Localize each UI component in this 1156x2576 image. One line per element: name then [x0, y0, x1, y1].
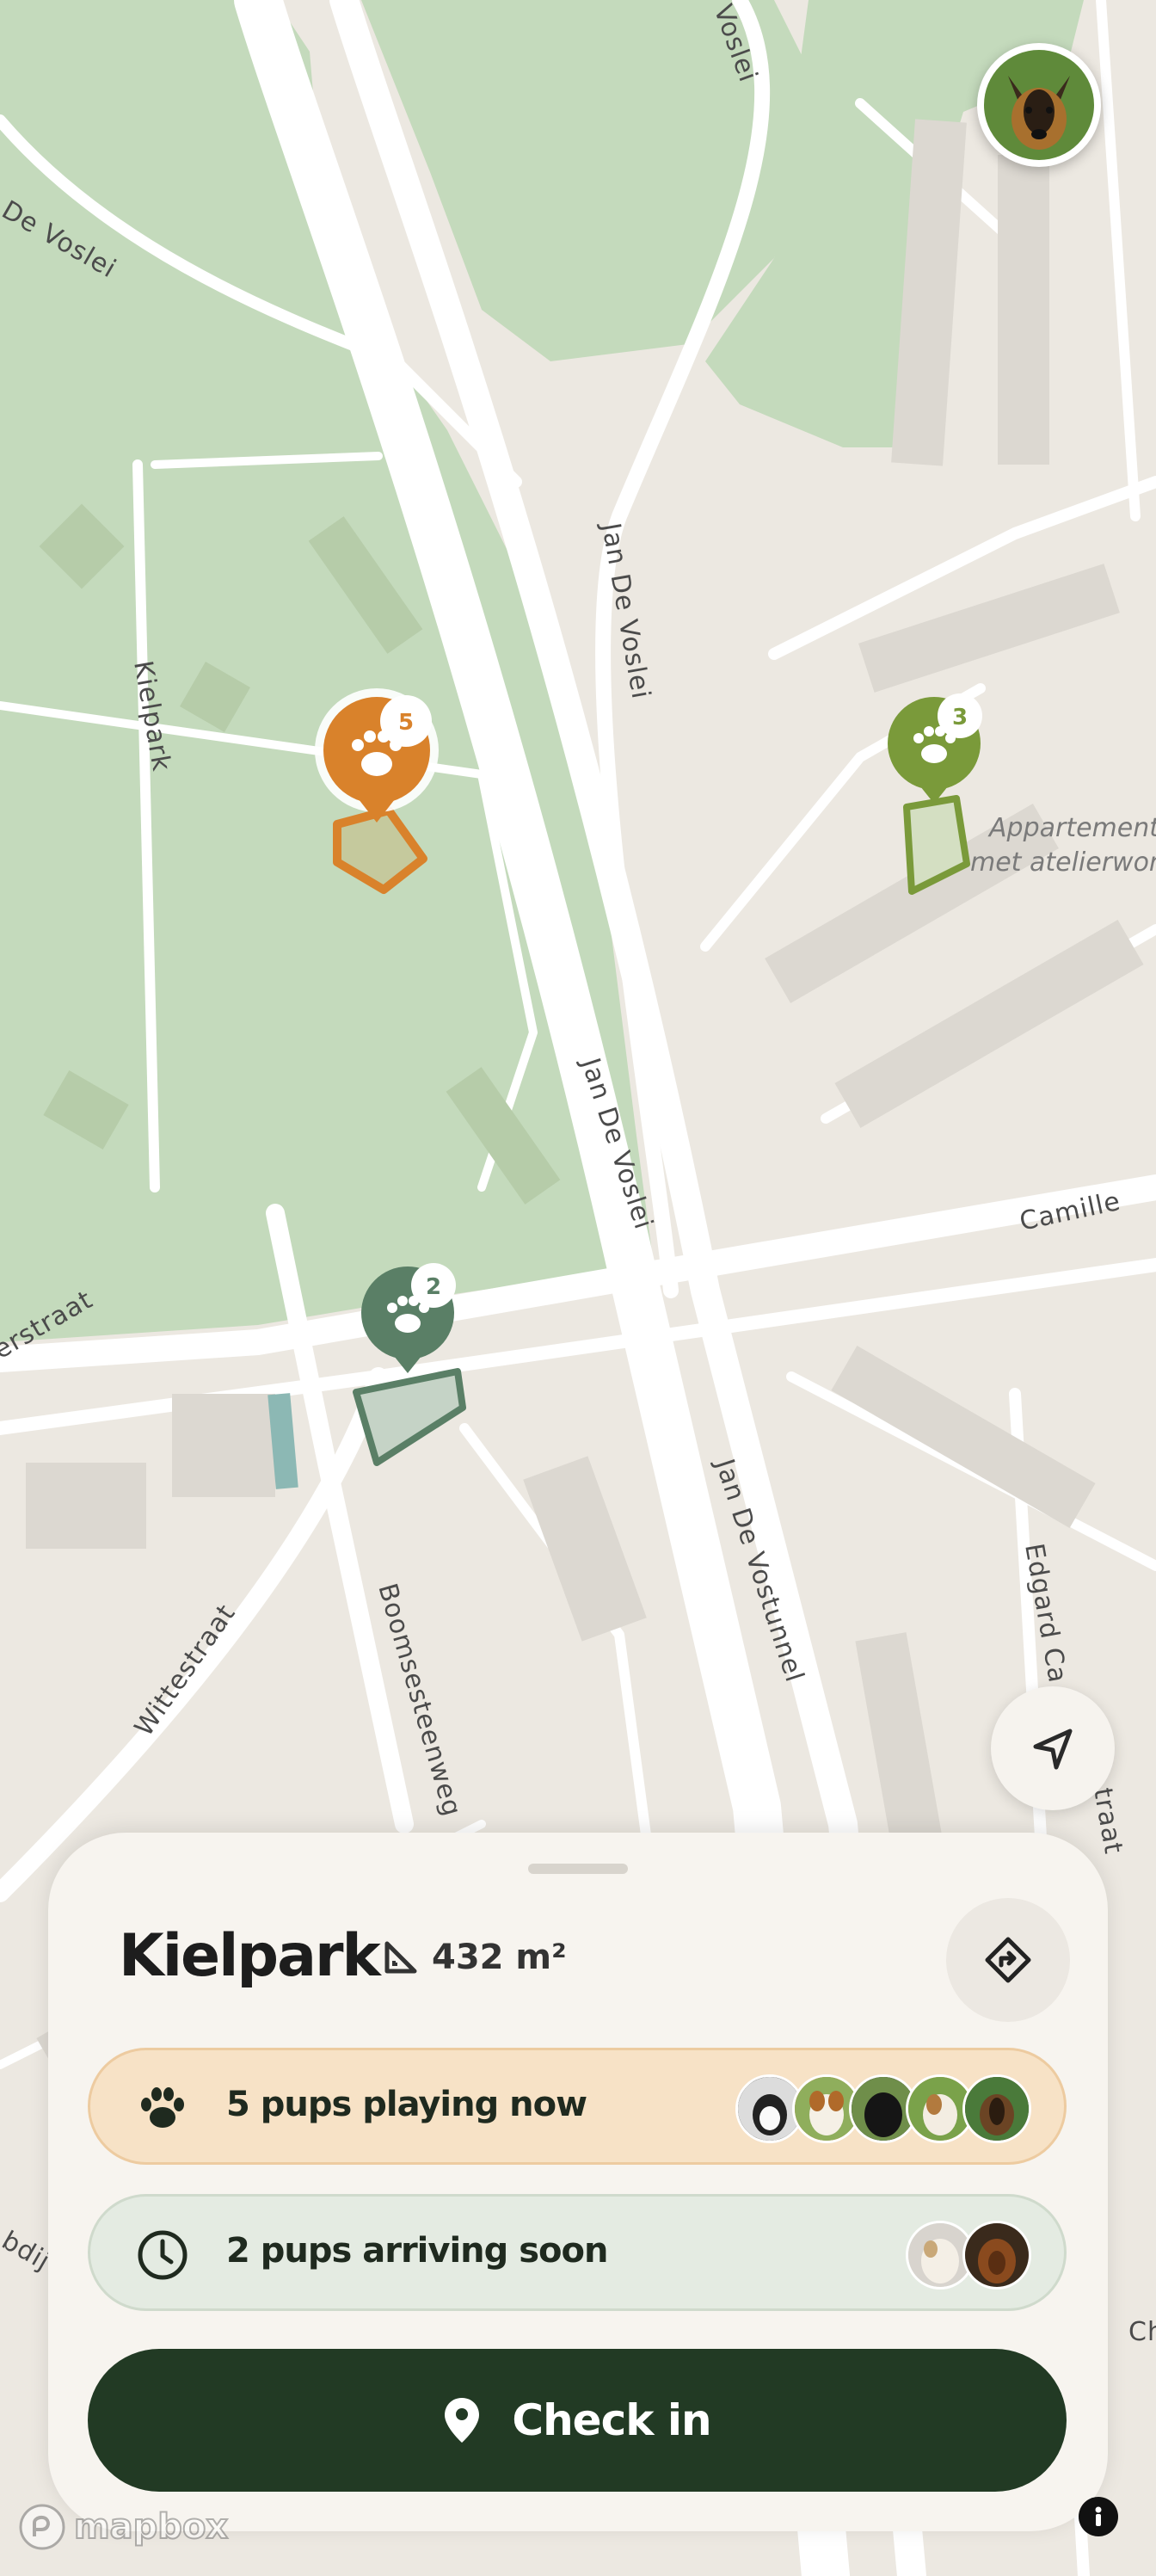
locate-me-button[interactable]	[991, 1686, 1115, 1810]
park-area-info: 432 m²	[382, 1938, 567, 1977]
navigation-arrow-icon	[1033, 1729, 1073, 1770]
pups-arriving-label: 2 pups arriving soon	[226, 2231, 608, 2271]
attribution-info-button[interactable]	[1079, 2497, 1118, 2536]
pups-arriving-row[interactable]: 2 pups arriving soon	[88, 2194, 1067, 2311]
mapbox-logo[interactable]: mapbox	[17, 2502, 229, 2552]
ruler-triangle-icon	[384, 1941, 417, 1974]
info-icon	[1095, 2506, 1102, 2526]
playing-dog-avatars	[735, 2074, 1031, 2143]
mapbox-icon	[19, 2504, 65, 2550]
directions-icon	[985, 1937, 1031, 1983]
german-shepherd-avatar	[984, 50, 1094, 160]
poi-label: met atelierwon	[970, 847, 1156, 878]
mapbox-wordmark: mapbox	[73, 2506, 229, 2548]
check-in-button[interactable]: Check in	[88, 2349, 1067, 2492]
sheet-drag-handle[interactable]	[528, 1864, 628, 1874]
pin-count: 5	[398, 710, 414, 736]
location-pin-icon	[445, 2398, 480, 2443]
poi-label: Appartement	[987, 813, 1156, 843]
park-title: Kielpark	[119, 1922, 381, 1990]
park-area-text: 432 m²	[432, 1938, 567, 1977]
pups-playing-row[interactable]: 5 pups playing now	[88, 2048, 1067, 2165]
directions-button[interactable]	[946, 1898, 1070, 2022]
clock-icon	[135, 2228, 190, 2283]
street-label: Ch	[1128, 2317, 1156, 2347]
paw-icon	[135, 2081, 190, 2136]
check-in-label: Check in	[512, 2395, 711, 2445]
dog-avatar	[962, 2221, 1031, 2289]
arriving-dog-avatars	[906, 2221, 1031, 2289]
pin-count: 3	[952, 705, 968, 730]
park-detail-sheet: Kielpark 432 m² 5 pups playing now 2 pup…	[48, 1833, 1108, 2531]
pups-playing-label: 5 pups playing now	[226, 2085, 587, 2124]
profile-avatar-button[interactable]	[977, 43, 1101, 167]
dog-avatar	[962, 2074, 1031, 2143]
pin-count: 2	[426, 1274, 441, 1300]
